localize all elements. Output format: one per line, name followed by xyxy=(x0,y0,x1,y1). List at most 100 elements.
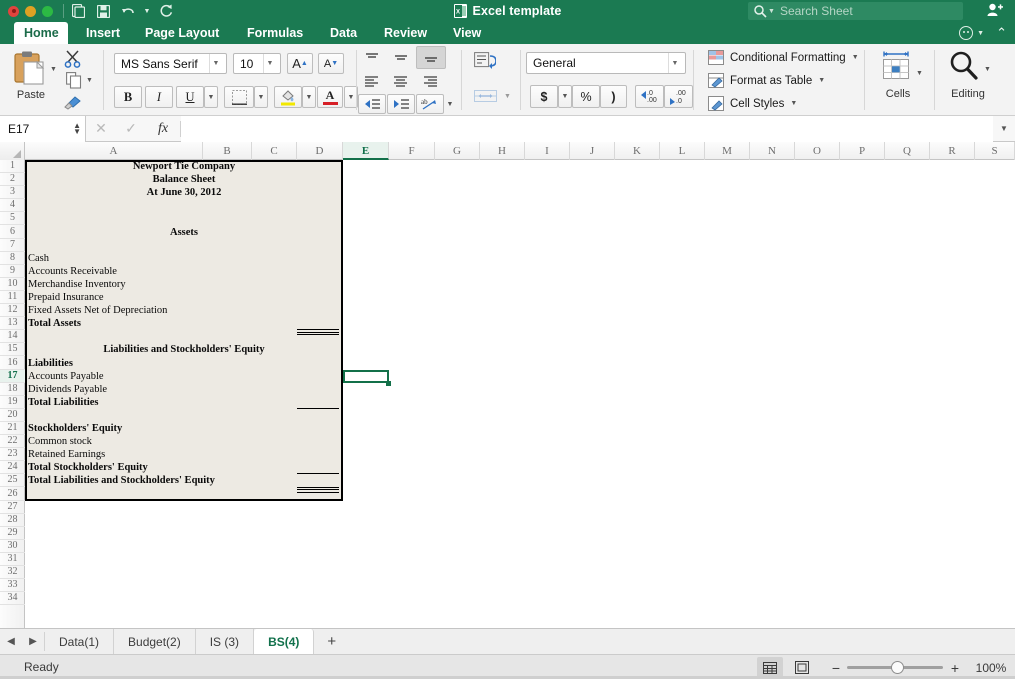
column-header-P[interactable]: P xyxy=(840,142,885,160)
name-box-spinner[interactable]: ▲ ▼ xyxy=(73,121,81,135)
previous-sheet-icon[interactable]: ◀ xyxy=(0,629,22,654)
row-header-13[interactable]: 13 xyxy=(0,317,25,331)
row-header-20[interactable]: 20 xyxy=(0,409,25,422)
conditional-formatting-button[interactable]: Conditional Formatting ▼ xyxy=(708,50,859,65)
font-size-select[interactable]: 10 ▼ xyxy=(233,53,281,74)
row-header-8[interactable]: 8 xyxy=(0,252,25,265)
row-header-16[interactable]: 16 xyxy=(0,357,25,370)
cell-A16[interactable]: Liabilities xyxy=(28,357,73,370)
row-header-28[interactable]: 28 xyxy=(0,514,25,527)
row-header-23[interactable]: 23 xyxy=(0,448,25,462)
increase-font-size-button[interactable]: A ▲ xyxy=(287,53,313,74)
cell-A13[interactable]: Total Assets xyxy=(28,317,81,330)
zoom-in-button[interactable]: + xyxy=(943,660,967,676)
comma-style-button[interactable]: ) xyxy=(600,85,627,108)
row-header-33[interactable]: 33 xyxy=(0,579,25,593)
align-middle-button[interactable] xyxy=(387,48,415,68)
cell-A9[interactable]: Accounts Receivable xyxy=(28,265,117,278)
column-header-E[interactable]: E xyxy=(343,142,389,160)
redo-icon[interactable] xyxy=(155,0,177,22)
column-header-K[interactable]: K xyxy=(615,142,660,160)
cells-button[interactable] xyxy=(878,50,914,87)
row-header-4[interactable]: 4 xyxy=(0,199,25,213)
currency-button[interactable]: $ xyxy=(530,85,558,108)
cut-button[interactable] xyxy=(64,50,82,73)
percent-button[interactable]: % xyxy=(572,85,600,108)
cell-A15[interactable]: Liabilities and Stockholders' Equity xyxy=(25,343,343,356)
insert-function-icon[interactable]: fx xyxy=(146,121,180,137)
search-input[interactable]: ▼ Search Sheet xyxy=(748,2,963,20)
underline-dropdown-icon[interactable]: ▼ xyxy=(204,86,218,108)
row-header-34[interactable]: 34 xyxy=(0,592,25,606)
undo-icon[interactable] xyxy=(117,0,139,22)
row-header-30[interactable]: 30 xyxy=(0,540,25,553)
add-user-icon[interactable] xyxy=(987,3,1003,20)
font-color-button[interactable]: A xyxy=(317,86,343,108)
align-bottom-button[interactable] xyxy=(416,46,446,69)
cell-A3[interactable]: At June 30, 2012 xyxy=(25,186,343,199)
row-header-15[interactable]: 15 xyxy=(0,343,25,357)
sheet-tab-is3[interactable]: IS (3) xyxy=(196,629,255,654)
cells-area[interactable]: Newport Tie Company Balance Sheet At June … xyxy=(25,160,1015,628)
chevron-down-icon[interactable]: ▼ xyxy=(668,53,681,73)
column-header-R[interactable]: R xyxy=(930,142,975,160)
copy-dropdown-icon[interactable]: ▼ xyxy=(86,77,93,84)
row-header-32[interactable]: 32 xyxy=(0,566,25,580)
cancel-edit-icon[interactable]: ✕ xyxy=(86,120,116,137)
tab-home[interactable]: Home xyxy=(14,22,68,44)
next-sheet-icon[interactable]: ▶ xyxy=(22,629,44,654)
cell-A6[interactable]: Assets xyxy=(25,226,343,239)
cell-A21[interactable]: Stockholders' Equity xyxy=(28,422,122,435)
row-header-17[interactable]: 17 xyxy=(0,369,25,383)
select-all-button[interactable] xyxy=(0,142,25,160)
increase-indent-button[interactable] xyxy=(387,94,415,114)
decrease-font-size-button[interactable]: A ▼ xyxy=(318,53,344,74)
increase-decimal-button[interactable]: .0.00 xyxy=(635,85,664,108)
row-header-24[interactable]: 24 xyxy=(0,461,25,475)
row-header-12[interactable]: 12 xyxy=(0,304,25,318)
row-header-14[interactable]: 14 xyxy=(0,330,25,344)
expand-formula-bar-icon[interactable]: ▼ xyxy=(993,124,1015,133)
row-header-31[interactable]: 31 xyxy=(0,553,25,567)
align-top-button[interactable] xyxy=(358,48,386,68)
cell-A18[interactable]: Dividends Payable xyxy=(28,383,107,396)
cell-A25[interactable]: Total Liabilities and Stockholders' Equi… xyxy=(28,474,215,487)
number-format-select[interactable]: General ▼ xyxy=(526,52,686,74)
row-header-10[interactable]: 10 xyxy=(0,278,25,291)
format-as-table-button[interactable]: Format as Table ▼ xyxy=(708,73,825,88)
row-header-26[interactable]: 26 xyxy=(0,488,25,501)
column-header-S[interactable]: S xyxy=(975,142,1015,160)
zoom-slider-handle[interactable] xyxy=(891,661,904,674)
copy-button[interactable] xyxy=(66,72,82,94)
sheet-tab-data1[interactable]: Data(1) xyxy=(45,629,115,654)
cell-A8[interactable]: Cash xyxy=(28,252,49,265)
close-window-button[interactable] xyxy=(8,5,19,17)
confirm-edit-icon[interactable]: ✓ xyxy=(116,120,146,137)
decrease-indent-button[interactable] xyxy=(358,94,386,114)
cell-A11[interactable]: Prepaid Insurance xyxy=(28,291,104,304)
paste-button[interactable] xyxy=(12,50,48,93)
cell-A2[interactable]: Balance Sheet xyxy=(25,173,343,186)
cell-A19[interactable]: Total Liabilities xyxy=(28,396,99,409)
cell-A1[interactable]: Newport Tie Company xyxy=(25,160,343,173)
align-center-button[interactable] xyxy=(387,71,415,91)
column-header-H[interactable]: H xyxy=(480,142,525,160)
row-header-5[interactable]: 5 xyxy=(0,212,25,226)
column-header-J[interactable]: J xyxy=(570,142,615,160)
orientation-dropdown-icon[interactable]: ▼ xyxy=(444,94,456,114)
row-header-9[interactable]: 9 xyxy=(0,265,25,278)
chevron-down-icon[interactable]: ▼ xyxy=(209,54,222,73)
wrap-text-button[interactable] xyxy=(474,52,497,75)
currency-dropdown-icon[interactable]: ▼ xyxy=(558,85,572,108)
row-header-29[interactable]: 29 xyxy=(0,527,25,540)
italic-button[interactable]: I xyxy=(145,86,173,108)
sheet-tab-budget2[interactable]: Budget(2) xyxy=(114,629,196,654)
zoom-slider[interactable] xyxy=(847,661,943,674)
row-header-18[interactable]: 18 xyxy=(0,383,25,396)
align-right-button[interactable] xyxy=(416,71,446,91)
column-header-O[interactable]: O xyxy=(795,142,840,160)
maximize-window-button[interactable] xyxy=(42,5,53,17)
row-header-21[interactable]: 21 xyxy=(0,422,25,436)
row-header-27[interactable]: 27 xyxy=(0,501,25,514)
undo-dropdown-icon[interactable]: ▼ xyxy=(142,0,152,22)
